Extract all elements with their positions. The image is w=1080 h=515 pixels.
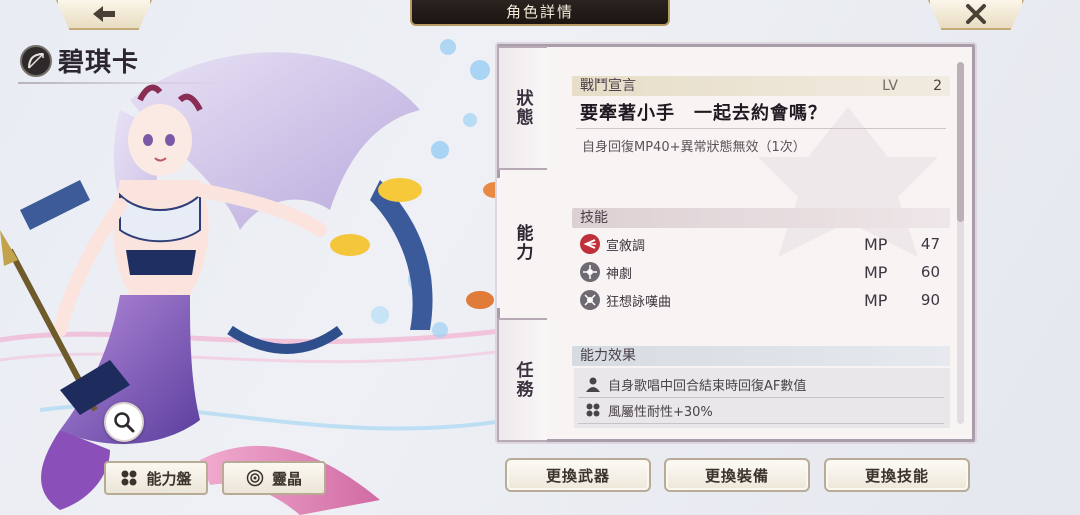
effect-row: 風屬性耐性+30%	[584, 399, 713, 421]
ability-board-button[interactable]: 能力盤	[104, 461, 208, 495]
skill-row[interactable]: 狂想詠嘆曲 MP 90	[580, 288, 946, 312]
scrollbar[interactable]	[957, 62, 964, 424]
divider	[578, 423, 944, 424]
spirit-crystal-label: 靈晶	[271, 469, 302, 488]
tab-ability[interactable]: 能力	[497, 178, 547, 308]
change-skill-button[interactable]: 更換技能	[824, 458, 970, 492]
battle-declaration-header: 戰鬥宣言 LV 2	[572, 76, 950, 96]
arrow-left-icon	[93, 6, 115, 22]
ability-board-label: 能力盤	[146, 469, 192, 488]
ability-effects-header: 能力效果	[572, 346, 950, 366]
oratorio-skill-icon	[580, 262, 600, 282]
tab-mission[interactable]: 任務	[497, 318, 547, 442]
battle-declaration-label: 戰鬥宣言	[580, 78, 636, 94]
scroll-thumb[interactable]	[957, 62, 964, 222]
person-icon	[584, 375, 602, 393]
skills-header: 技能	[572, 208, 950, 228]
skill-row[interactable]: 神劇 MP 60	[580, 260, 946, 284]
bow-class-icon	[20, 44, 52, 77]
rhapsody-skill-icon	[580, 290, 600, 310]
mp-cost: 60	[920, 263, 940, 281]
level-label: LV	[882, 78, 898, 94]
mp-cost: 47	[920, 235, 940, 253]
mp-cost: 90	[920, 291, 940, 309]
character-name-area: 碧琪卡	[20, 42, 139, 79]
close-button[interactable]	[928, 0, 1024, 30]
change-weapon-button[interactable]: 更換武器	[505, 458, 651, 492]
crystal-icon	[246, 469, 264, 487]
recitative-skill-icon	[580, 234, 600, 254]
skill-name: 宣敘調	[606, 238, 646, 254]
level-value: 2	[933, 78, 942, 94]
skill-row[interactable]: 宣敘調 MP 47	[580, 232, 946, 256]
effect-text: 自身歌唱中回合結束時回復AF數值	[608, 378, 807, 394]
skill-name: 神劇	[606, 266, 633, 282]
clover-icon	[121, 470, 137, 486]
page-title: 角色詳情	[410, 0, 670, 26]
character-artwork	[0, 39, 510, 515]
mp-label: MP	[864, 262, 888, 282]
change-equipment-button[interactable]: 更換裝備	[664, 458, 810, 492]
battle-declaration-description: 自身回復MP40+異常狀態無效（1次）	[582, 140, 806, 155]
effect-text: 風屬性耐性+30%	[608, 404, 713, 420]
close-icon	[966, 4, 986, 24]
back-button[interactable]	[56, 0, 152, 30]
divider	[578, 397, 944, 398]
effect-row: 自身歌唱中回合結束時回復AF數值	[584, 373, 806, 395]
mp-label: MP	[864, 234, 888, 254]
clover-icon	[584, 401, 602, 419]
divider	[576, 128, 946, 129]
skill-name: 狂想詠嘆曲	[606, 294, 672, 310]
character-name: 碧琪卡	[58, 48, 140, 78]
tab-status[interactable]: 狀態	[497, 46, 547, 170]
magnify-icon	[114, 412, 135, 433]
name-divider	[18, 82, 228, 84]
magnify-button[interactable]	[104, 402, 144, 442]
battle-declaration-title: 要牽著小手 一起去約會嗎？	[580, 103, 827, 124]
spirit-crystal-button[interactable]: 靈晶	[222, 461, 326, 495]
mp-label: MP	[864, 290, 888, 310]
